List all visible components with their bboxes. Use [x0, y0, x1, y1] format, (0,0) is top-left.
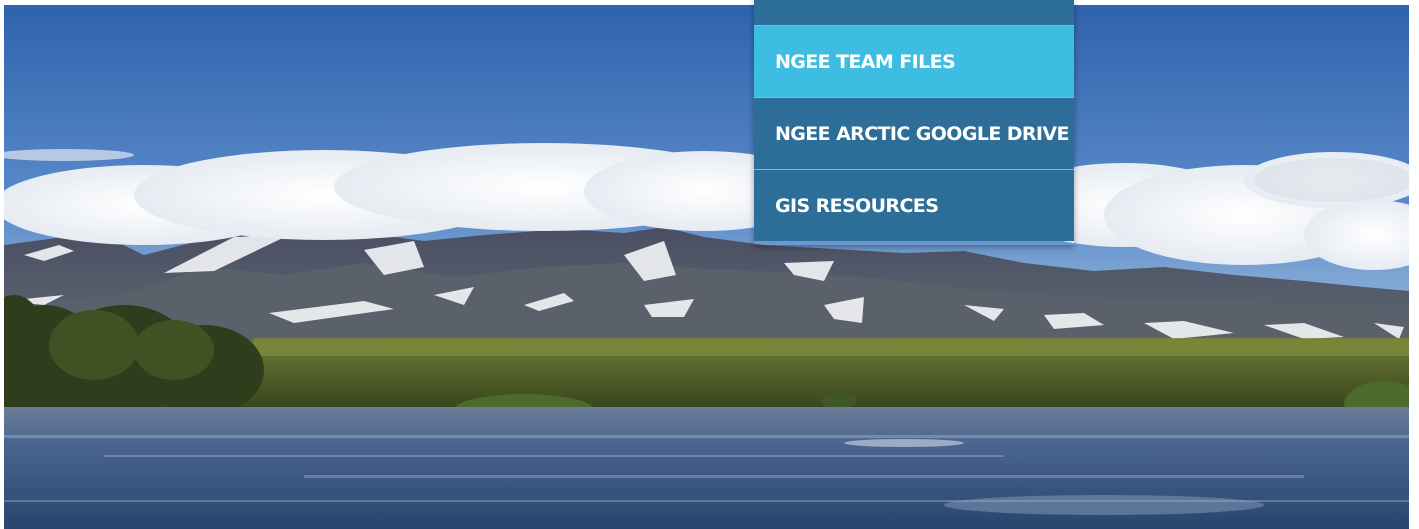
menu-item-label: NGEE TEAM FILES: [775, 50, 956, 73]
page: NGEE TEAM FILES NGEE ARCTIC GOOGLE DRIVE…: [0, 0, 1419, 529]
menu-item-ngee-arctic-google-drive[interactable]: NGEE ARCTIC GOOGLE DRIVE: [754, 97, 1074, 169]
menu-item-gis-resources[interactable]: GIS RESOURCES: [754, 169, 1074, 241]
menu-item-ngee-team-files[interactable]: NGEE TEAM FILES: [754, 25, 1074, 97]
resources-dropdown-menu: NGEE TEAM FILES NGEE ARCTIC GOOGLE DRIVE…: [754, 0, 1074, 245]
menu-item-label: NGEE ARCTIC GOOGLE DRIVE: [775, 122, 1069, 145]
hero-landscape-image: [4, 5, 1409, 529]
arctic-landscape-photo: [4, 5, 1409, 529]
dropdown-menu-top: [754, 0, 1074, 25]
menu-item-label: GIS RESOURCES: [775, 194, 939, 217]
